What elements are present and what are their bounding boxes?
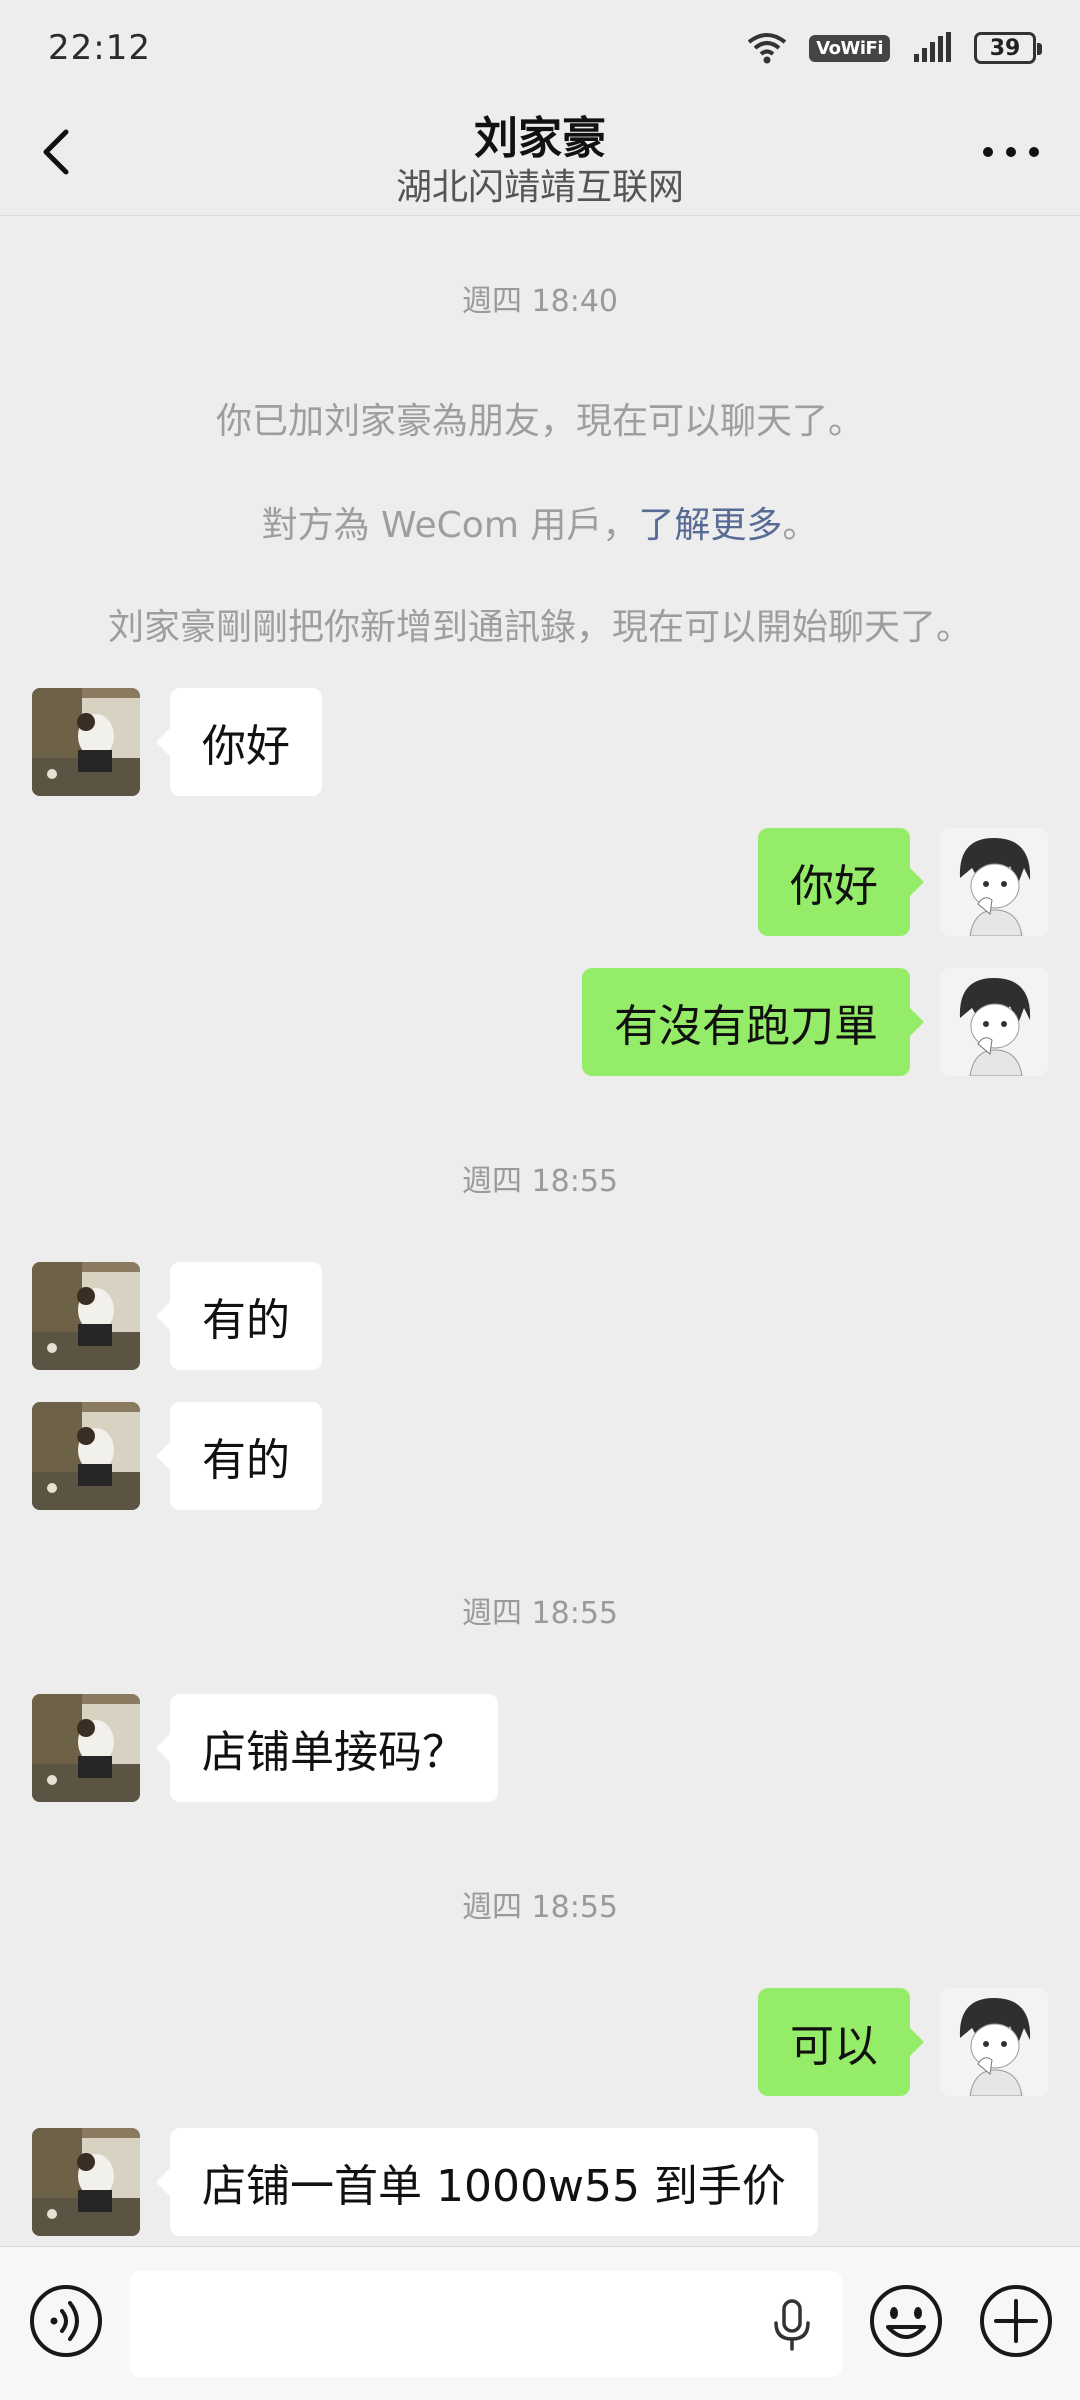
message-text: 有的 bbox=[202, 1435, 290, 1486]
emoji-icon[interactable] bbox=[868, 2283, 944, 2359]
plus-icon[interactable] bbox=[978, 2283, 1054, 2359]
message-text: 可以 bbox=[790, 2021, 878, 2072]
contact-avatar-image bbox=[32, 1262, 140, 1370]
learn-more-link[interactable]: 了解更多 bbox=[638, 505, 782, 546]
system-message: 刘家豪剛剛把你新增到通訊錄，現在可以開始聊天了。 bbox=[107, 607, 972, 648]
time-separator: 週四 18:55 bbox=[462, 1890, 618, 1925]
chat-header: 刘家豪 湖北闪靖靖互联网 bbox=[0, 96, 1080, 216]
message-input[interactable] bbox=[130, 2271, 842, 2377]
status-icons: VoWiFi 39 bbox=[747, 32, 1042, 64]
my-avatar[interactable] bbox=[940, 968, 1048, 1076]
chat-screen: 22:12 VoWiFi 39 刘家豪 湖北闪靖靖互联网 週四 18:40 你已… bbox=[0, 0, 1080, 2400]
voice-icon[interactable] bbox=[28, 2283, 104, 2359]
contact-avatar[interactable] bbox=[32, 1262, 140, 1370]
status-bar: 22:12 VoWiFi 39 bbox=[0, 0, 1080, 96]
contact-avatar[interactable] bbox=[32, 2128, 140, 2236]
time-separator: 週四 18:55 bbox=[462, 1164, 618, 1199]
message-bubble-sent[interactable]: 你好 bbox=[758, 828, 924, 936]
microphone-icon[interactable] bbox=[770, 2299, 814, 2351]
message-bubble-received[interactable]: 你好 bbox=[156, 688, 322, 796]
contact-avatar[interactable] bbox=[32, 1694, 140, 1802]
message-bubble-received[interactable]: 有的 bbox=[156, 1262, 322, 1370]
time-separator: 週四 18:40 bbox=[462, 284, 618, 319]
message-text: 有的 bbox=[202, 1295, 290, 1346]
battery-level: 39 bbox=[989, 35, 1021, 61]
contact-company: 湖北闪靖靖互联网 bbox=[395, 167, 684, 208]
message-bubble-received[interactable]: 店铺一首单 1000w55 到手价 bbox=[156, 2128, 818, 2236]
system-message-text: 對方為 WeCom 用戶， bbox=[261, 505, 639, 546]
message-bubble-sent[interactable]: 有沒有跑刀單 bbox=[582, 968, 924, 1076]
contact-name: 刘家豪 bbox=[474, 113, 606, 164]
signal-icon bbox=[914, 32, 951, 62]
message-text: 有沒有跑刀單 bbox=[614, 1001, 878, 1052]
my-avatar[interactable] bbox=[940, 1988, 1048, 2096]
my-avatar-image bbox=[940, 828, 1048, 936]
contact-avatar-image bbox=[32, 1694, 140, 1802]
input-bar bbox=[0, 2246, 1080, 2400]
contact-avatar-image bbox=[32, 1402, 140, 1510]
system-message: 對方為 WeCom 用戶，了解更多。 bbox=[40, 496, 1040, 548]
contact-avatar[interactable] bbox=[32, 688, 140, 796]
message-text: 店铺单接码？ bbox=[202, 1727, 466, 1778]
my-avatar-image bbox=[940, 1988, 1048, 2096]
my-avatar-image bbox=[940, 968, 1048, 1076]
contact-avatar[interactable] bbox=[32, 1402, 140, 1510]
message-bubble-received[interactable]: 店铺单接码？ bbox=[156, 1694, 498, 1802]
message-text: 你好 bbox=[202, 721, 290, 772]
message-bubble-received[interactable]: 有的 bbox=[156, 1402, 322, 1510]
status-time: 22:12 bbox=[48, 28, 151, 68]
system-message: 你已加刘家豪為朋友，現在可以聊天了。 bbox=[215, 401, 864, 442]
message-bubble-sent[interactable]: 可以 bbox=[758, 1988, 924, 2096]
my-avatar[interactable] bbox=[940, 828, 1048, 936]
message-list[interactable]: 週四 18:40 你已加刘家豪為朋友，現在可以聊天了。 對方為 WeCom 用戶… bbox=[0, 216, 1080, 2246]
contact-avatar-image bbox=[32, 2128, 140, 2236]
message-text: 店铺一首单 1000w55 到手价 bbox=[202, 2161, 786, 2212]
more-dots-icon[interactable] bbox=[976, 122, 1046, 182]
time-separator: 週四 18:55 bbox=[462, 1596, 618, 1631]
vowifi-badge: VoWiFi bbox=[809, 34, 890, 62]
battery-icon: 39 bbox=[974, 32, 1042, 64]
system-message-text: 。 bbox=[782, 505, 819, 546]
wifi-icon bbox=[747, 33, 787, 64]
contact-avatar-image bbox=[32, 688, 140, 796]
message-text: 你好 bbox=[790, 861, 878, 912]
